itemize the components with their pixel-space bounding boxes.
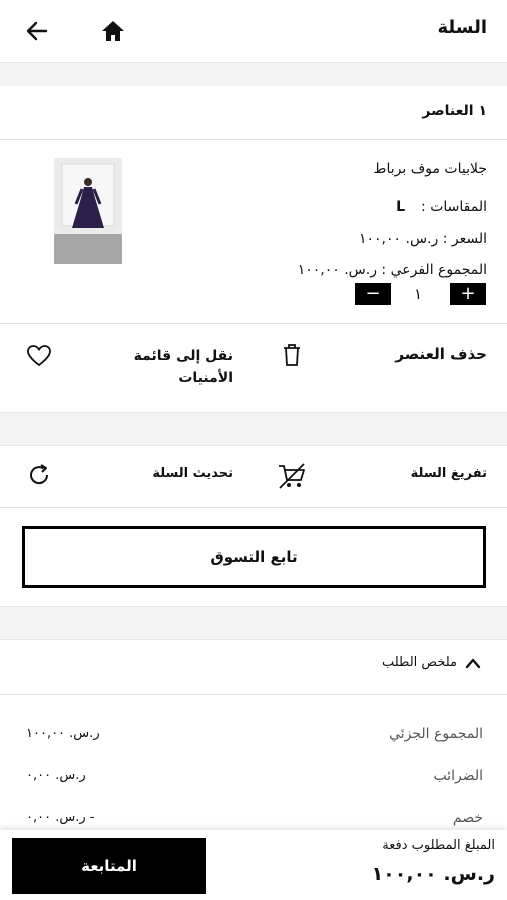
move-to-wishlist-button[interactable]: نقل إلى قائمة الأمنيات xyxy=(134,345,233,389)
update-cart-button[interactable]: تحديث السلة xyxy=(152,466,233,481)
section-gap xyxy=(0,607,507,639)
product-name[interactable]: جلابيات موف برباط xyxy=(374,161,487,177)
summary-row-label: المجموع الجزئي xyxy=(389,726,483,742)
decrease-qty-button[interactable]: − xyxy=(355,283,391,305)
section-gap xyxy=(0,62,507,86)
order-summary-toggle[interactable]: ملخص الطلب xyxy=(382,655,481,670)
items-count: ١ العناصر xyxy=(422,103,487,119)
price-text: السعر : ر.س. ١٠٠,٠٠ xyxy=(358,231,487,247)
home-icon[interactable] xyxy=(99,18,127,44)
summary-row-value: ر.س. ١٠٠,٠٠ xyxy=(26,726,100,741)
trash-icon[interactable] xyxy=(281,343,303,367)
size-row: المقاسات : L xyxy=(396,199,487,215)
subtotal-text: المجموع الفرعي : ر.س. ١٠٠,٠٠ xyxy=(297,262,487,278)
summary-row-value: - ر.س. ٠,٠٠ xyxy=(26,810,95,825)
remove-item-button[interactable]: حذف العنصر xyxy=(395,345,487,363)
continue-shopping-button[interactable]: تابع التسوق xyxy=(22,526,486,588)
amount-due-value: ر.س. ١٠٠,٠٠ xyxy=(371,863,495,885)
heart-icon[interactable] xyxy=(26,344,52,368)
refresh-icon[interactable] xyxy=(27,463,51,487)
quantity-value[interactable]: ١ xyxy=(414,285,422,303)
empty-cart-button[interactable]: تفريغ السلة xyxy=(411,466,487,481)
size-value: L xyxy=(396,199,406,215)
wishlist-label-line2: الأمنيات xyxy=(178,370,233,386)
size-label: المقاسات : xyxy=(421,199,487,215)
continue-shopping-label: تابع التسوق xyxy=(210,548,298,566)
amount-due-label: المبلغ المطلوب دفعة xyxy=(382,838,495,853)
cart-remove-icon[interactable] xyxy=(276,462,308,490)
increase-qty-button[interactable]: + xyxy=(450,283,486,305)
checkout-label: المتابعة xyxy=(81,857,137,875)
order-summary-title: ملخص الطلب xyxy=(381,655,457,670)
checkout-button[interactable]: المتابعة xyxy=(12,838,206,894)
page-title: السلة xyxy=(437,17,487,38)
wishlist-label-line1: نقل إلى قائمة xyxy=(133,348,233,364)
summary-row-label: الضرائب xyxy=(433,768,483,784)
summary-row-label: خصم xyxy=(452,810,483,826)
checkout-footer: المتابعة المبلغ المطلوب دفعة ر.س. ١٠٠,٠٠ xyxy=(0,830,507,900)
product-image[interactable] xyxy=(54,158,122,264)
section-gap xyxy=(0,413,507,445)
chevron-up-icon xyxy=(465,657,481,669)
summary-row-value: ر.س. ٠,٠٠ xyxy=(26,768,86,783)
back-arrow-icon[interactable] xyxy=(24,18,50,44)
